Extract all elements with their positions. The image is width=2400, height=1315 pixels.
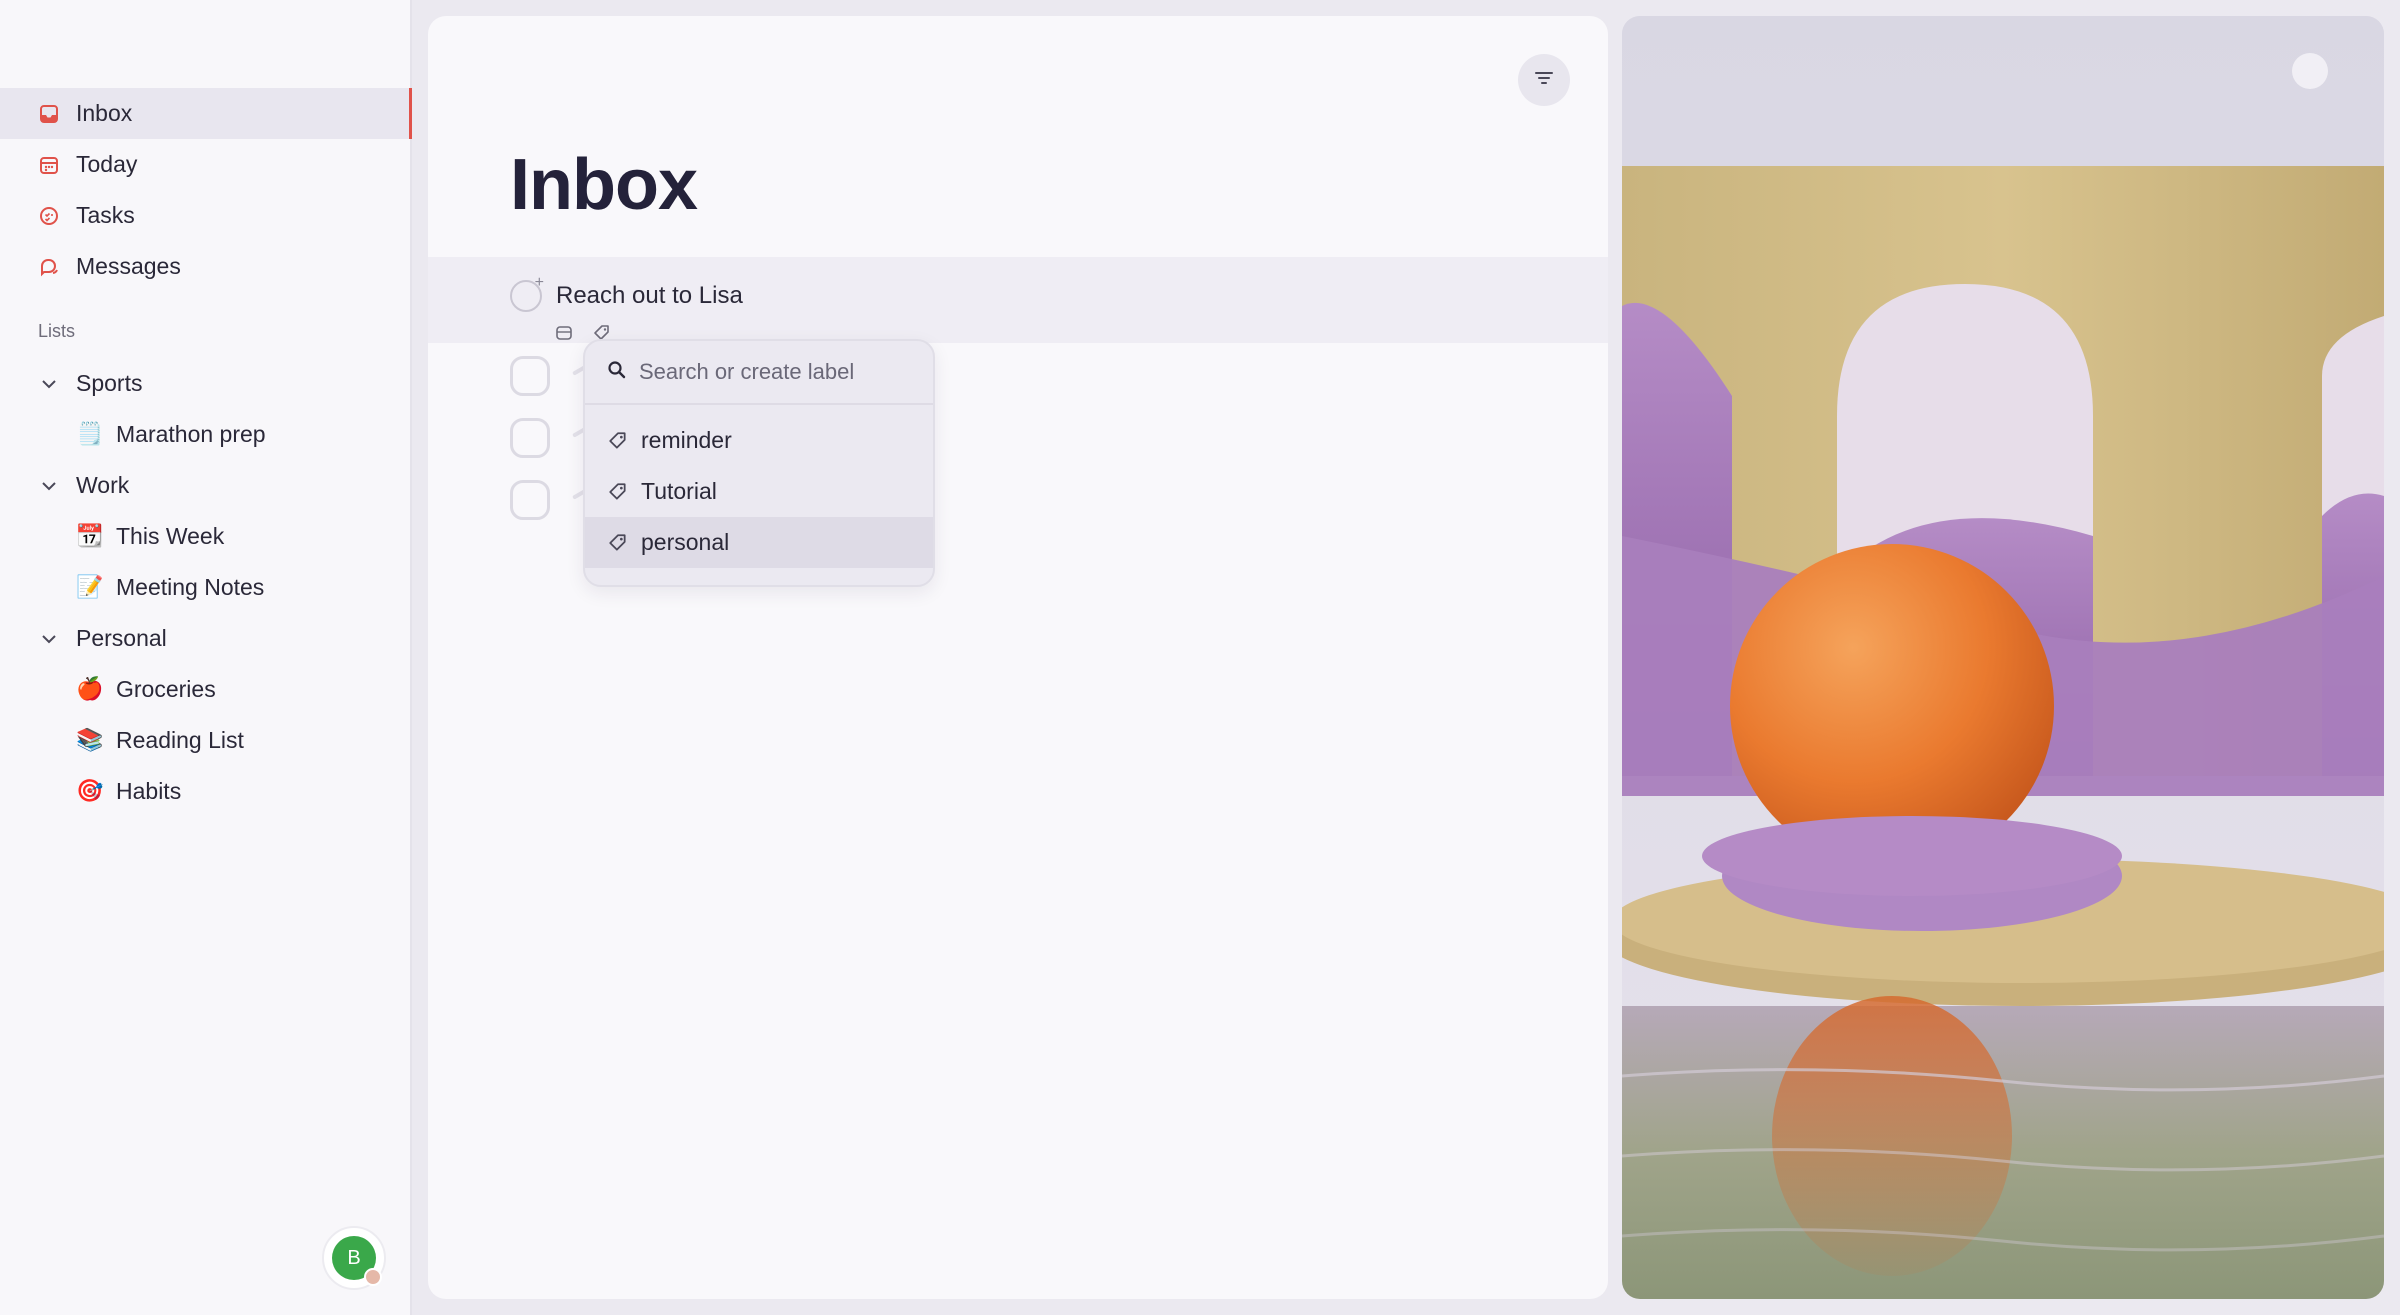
calendar-icon (38, 154, 60, 176)
label-option-text: reminder (641, 427, 732, 453)
list-item-label: Reading List (116, 727, 244, 753)
list-group-label: Work (76, 472, 130, 498)
main-panel: Inbox + Reach out to Lisa Search or crea… (428, 16, 1608, 1299)
list-group-sports[interactable]: Sports (0, 358, 412, 409)
memo-emoji-icon: 📝 (76, 575, 104, 600)
background-illustration (1622, 16, 2384, 1299)
task-checkbox[interactable] (510, 418, 550, 458)
sidebar-item-inbox[interactable]: Inbox (0, 88, 412, 139)
list-tray-icon[interactable] (554, 323, 574, 343)
notepad-emoji-icon: 🗒️ (76, 422, 104, 447)
list-group-work[interactable]: Work (0, 460, 412, 511)
label-option-personal[interactable]: personal (585, 517, 933, 568)
search-placeholder: Search or create label (639, 359, 855, 384)
apple-emoji-icon: 🍎 (76, 677, 104, 702)
task-title: Reach out to Lisa (556, 282, 743, 309)
page-title: Inbox (510, 145, 698, 225)
list-item-label: This Week (116, 523, 225, 549)
list-item-marathon-prep[interactable]: 🗒️ Marathon prep (0, 409, 412, 460)
sidebar-lists: Sports 🗒️ Marathon prep Work 📆 This Week… (0, 358, 412, 817)
user-avatar-button[interactable]: B (322, 1226, 386, 1290)
task-checkbox[interactable] (510, 480, 550, 520)
sidebar-item-label: Inbox (76, 100, 133, 126)
list-group-label: Sports (76, 370, 143, 396)
messages-icon (38, 256, 60, 278)
list-item-groceries[interactable]: 🍎 Groceries (0, 664, 412, 715)
filter-button[interactable] (1518, 54, 1570, 106)
sidebar-nav: Inbox Today Tasks Messages (0, 88, 412, 292)
label-search-input[interactable]: Search or create label (585, 341, 933, 405)
tag-icon (607, 532, 629, 554)
label-option-text: Tutorial (641, 478, 717, 504)
list-group-label: Personal (76, 625, 167, 651)
label-option-text: personal (641, 529, 730, 555)
sidebar: Inbox Today Tasks Messages Lists Sports … (0, 0, 412, 1315)
list-item-label: Groceries (116, 676, 216, 702)
list-item-label: Habits (116, 778, 182, 804)
list-item-label: Meeting Notes (116, 574, 265, 600)
target-emoji-icon: 🎯 (76, 779, 104, 804)
list-item-reading-list[interactable]: 📚 Reading List (0, 715, 412, 766)
chevron-down-icon (38, 373, 60, 395)
calendar-emoji-icon: 📆 (76, 524, 104, 549)
task-row-selected[interactable]: + Reach out to Lisa (428, 257, 1608, 343)
sidebar-item-label: Today (76, 151, 138, 177)
label-options: reminder Tutorial personal (585, 405, 933, 568)
sidebar-item-label: Messages (76, 253, 181, 279)
sidebar-item-tasks[interactable]: Tasks (0, 190, 412, 241)
label-option-reminder[interactable]: reminder (585, 415, 933, 466)
sidebar-item-today[interactable]: Today (0, 139, 412, 190)
inbox-icon (38, 103, 60, 125)
task-checkbox[interactable]: + (510, 274, 544, 312)
filter-icon (1533, 67, 1555, 94)
list-group-personal[interactable]: Personal (0, 613, 412, 664)
tasks-icon (38, 205, 60, 227)
list-item-habits[interactable]: 🎯 Habits (0, 766, 412, 817)
sidebar-item-messages[interactable]: Messages (0, 241, 412, 292)
tag-icon (607, 481, 629, 503)
chevron-down-icon (38, 628, 60, 650)
label-option-tutorial[interactable]: Tutorial (585, 466, 933, 517)
tag-icon (607, 430, 629, 452)
label-picker-dropdown: Search or create label reminder Tutorial… (583, 339, 935, 587)
chevron-down-icon (38, 475, 60, 497)
books-emoji-icon: 📚 (76, 728, 104, 753)
list-item-meeting-notes[interactable]: 📝 Meeting Notes (0, 562, 412, 613)
sidebar-item-label: Tasks (76, 202, 135, 228)
lists-heading: Lists (38, 321, 76, 341)
app-window: Inbox Today Tasks Messages Lists Sports … (0, 0, 2400, 1315)
list-item-this-week[interactable]: 📆 This Week (0, 511, 412, 562)
landscape-image (1622, 16, 2384, 1299)
search-icon (607, 360, 627, 385)
status-badge-icon (364, 1268, 382, 1286)
list-item-label: Marathon prep (116, 421, 266, 447)
task-checkbox[interactable] (510, 356, 550, 396)
add-subtask-icon: + (534, 274, 544, 291)
